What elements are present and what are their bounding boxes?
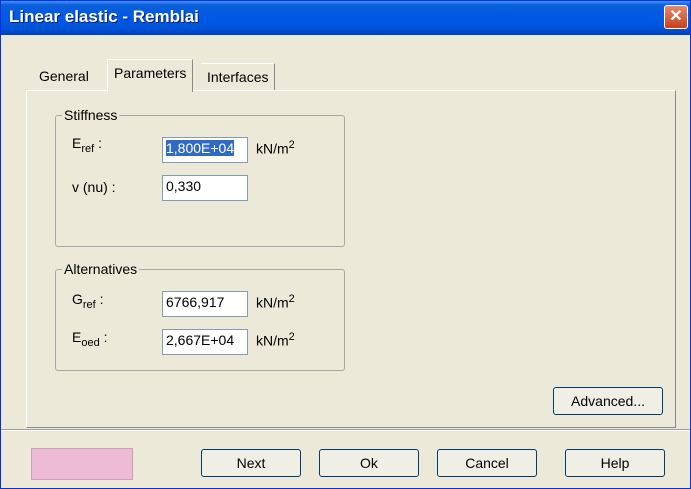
g-ref-label: Gref : [72, 291, 104, 311]
e-oed-unit: kN/m2 [256, 331, 295, 349]
tab-general[interactable]: General [33, 63, 95, 89]
stiffness-group: Stiffness Eref : 1,800E+04 kN/m2 v (nu) … [55, 107, 345, 247]
next-button[interactable]: Next [201, 449, 301, 477]
e-oed-input[interactable]: 2,667E+04 [162, 329, 248, 355]
stiffness-legend: Stiffness [64, 107, 118, 123]
nu-label: v (nu) : [72, 179, 116, 195]
g-ref-input[interactable]: 6766,917 [162, 291, 248, 317]
title-bar[interactable]: Linear elastic - Remblai ✕ [1, 1, 690, 35]
e-ref-label: Eref : [72, 135, 102, 155]
advanced-button[interactable]: Advanced... [553, 387, 663, 415]
parameters-panel: Stiffness Eref : 1,800E+04 kN/m2 v (nu) … [26, 90, 676, 428]
e-ref-unit: kN/m2 [256, 139, 295, 157]
close-button[interactable]: ✕ [664, 5, 688, 29]
window-title: Linear elastic - Remblai [9, 7, 199, 26]
alternatives-group: Alternatives Gref : 6766,917 kN/m2 Eoed … [55, 261, 345, 371]
separator [1, 429, 690, 431]
ok-button[interactable]: Ok [319, 449, 419, 477]
dialog-window: Linear elastic - Remblai ✕ General Param… [0, 0, 691, 489]
help-button[interactable]: Help [565, 449, 665, 477]
material-color-swatch[interactable] [31, 448, 133, 480]
g-ref-unit: kN/m2 [256, 293, 295, 311]
e-ref-input[interactable]: 1,800E+04 [162, 137, 248, 163]
cancel-button[interactable]: Cancel [437, 449, 537, 477]
tab-interfaces[interactable]: Interfaces [201, 63, 276, 90]
alternatives-legend: Alternatives [64, 261, 138, 277]
nu-input[interactable]: 0,330 [162, 175, 248, 201]
e-oed-label: Eoed : [72, 329, 108, 349]
tab-parameters[interactable]: Parameters [107, 59, 194, 92]
